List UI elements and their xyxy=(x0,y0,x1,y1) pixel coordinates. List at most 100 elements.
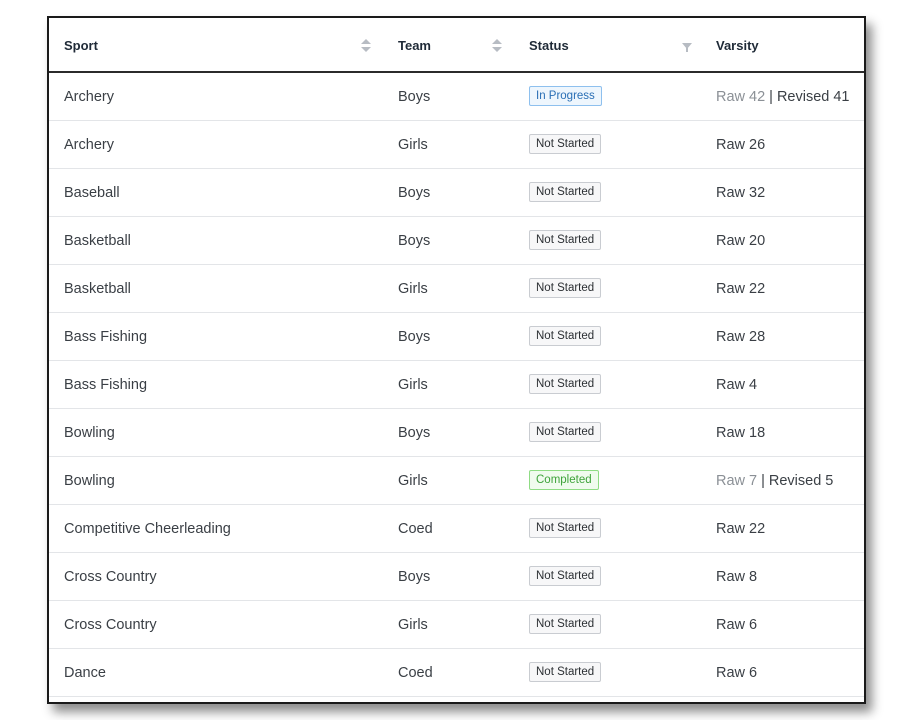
revised-score: Revised 41 xyxy=(776,89,850,105)
status-badge: Not Started xyxy=(529,326,602,347)
sport-cell: Competitive Cheerleading xyxy=(64,521,231,537)
status-cell: Completed xyxy=(529,457,599,504)
sport-cell: Archery xyxy=(64,89,114,105)
status-badge: Not Started xyxy=(529,230,602,251)
status-cell: Not Started xyxy=(529,313,602,360)
table-row[interactable]: Archery Boys In Progress Raw 42 | Revised 41 xyxy=(49,73,864,121)
table-row[interactable]: Bowling Girls Completed Raw 7 | Revised 5 xyxy=(49,457,864,505)
table-row[interactable]: Cross Country Girls Not Started Raw 6 xyxy=(49,601,864,649)
table-row[interactable]: Baseball Boys Not Started Raw 32 xyxy=(49,169,864,217)
team-cell: Girls xyxy=(398,617,428,633)
score-separator: | xyxy=(769,89,773,105)
raw-score: Raw 22 xyxy=(716,521,766,537)
sport-cell: Archery xyxy=(64,137,114,153)
sport-cell: Bowling xyxy=(64,473,115,489)
team-cell: Girls xyxy=(398,377,428,393)
sports-table: Sport Team Status Varsity Archery Boys In … xyxy=(47,16,866,704)
status-badge: Not Started xyxy=(529,566,602,587)
sort-icon[interactable] xyxy=(361,39,371,53)
raw-score: Raw 28 xyxy=(716,329,766,345)
status-cell: In Progress xyxy=(529,73,602,120)
status-badge: In Progress xyxy=(529,86,602,107)
revised-score: Revised 5 xyxy=(768,473,834,489)
table-row[interactable]: Competitive Cheerleading Coed Not Started R… xyxy=(49,505,864,553)
table-row[interactable]: Bass Fishing Girls Not Started Raw 4 xyxy=(49,361,864,409)
status-badge: Not Started xyxy=(529,662,602,683)
team-cell: Boys xyxy=(398,425,431,441)
status-cell: Not Started xyxy=(529,217,602,264)
sport-cell: Cross Country xyxy=(64,617,157,633)
sport-cell: Dance xyxy=(64,665,106,681)
varsity-cell: Raw 8 xyxy=(716,553,757,600)
sport-cell: Cross Country xyxy=(64,569,157,585)
table-row[interactable]: Bowling Boys Not Started Raw 18 xyxy=(49,409,864,457)
team-cell: Girls xyxy=(398,281,428,297)
varsity-cell: Raw 4 xyxy=(716,361,757,408)
sport-cell: Bowling xyxy=(64,425,115,441)
varsity-cell: Raw 18 xyxy=(716,409,765,456)
table-row[interactable]: Archery Girls Not Started Raw 26 xyxy=(49,121,864,169)
team-cell: Boys xyxy=(398,185,431,201)
varsity-cell: Raw 22 xyxy=(716,505,765,552)
status-cell: Not Started xyxy=(529,361,602,408)
raw-score: Raw 7 xyxy=(716,473,758,489)
varsity-cell: Raw 22 xyxy=(716,265,765,312)
raw-score: Raw 26 xyxy=(716,137,766,153)
varsity-cell: Raw 20 xyxy=(716,217,765,264)
status-badge: Completed xyxy=(529,470,599,491)
table-row[interactable]: Dance Coed Not Started Raw 6 xyxy=(49,649,864,697)
varsity-cell: Raw 32 xyxy=(716,169,765,216)
status-cell: Not Started xyxy=(529,649,602,696)
status-cell: Not Started xyxy=(529,265,602,312)
sport-cell: Baseball xyxy=(64,185,120,201)
status-badge: Not Started xyxy=(529,182,602,203)
raw-score: Raw 42 xyxy=(716,89,766,105)
status-cell: Not Started xyxy=(529,121,602,168)
status-badge: Not Started xyxy=(529,614,602,635)
status-badge: Not Started xyxy=(529,422,602,443)
filter-icon[interactable] xyxy=(682,42,692,52)
team-cell: Boys xyxy=(398,89,431,105)
status-cell: Not Started xyxy=(529,553,602,600)
table-row[interactable]: Basketball Girls Not Started Raw 22 xyxy=(49,265,864,313)
sport-cell: Basketball xyxy=(64,281,131,297)
status-cell: Not Started xyxy=(529,601,602,648)
table-row[interactable]: Basketball Boys Not Started Raw 20 xyxy=(49,217,864,265)
score-separator: | xyxy=(761,473,765,489)
raw-score: Raw 32 xyxy=(716,185,766,201)
raw-score: Raw 20 xyxy=(716,233,766,249)
varsity-cell: Raw 6 xyxy=(716,601,757,648)
column-header-status[interactable]: Status xyxy=(529,18,569,71)
team-cell: Boys xyxy=(398,569,431,585)
sport-cell: Basketball xyxy=(64,233,131,249)
team-cell: Boys xyxy=(398,233,431,249)
team-cell: Girls xyxy=(398,473,428,489)
raw-score: Raw 22 xyxy=(716,281,766,297)
table-row[interactable]: Bass Fishing Boys Not Started Raw 28 xyxy=(49,313,864,361)
team-cell: Coed xyxy=(398,521,433,537)
sport-cell: Bass Fishing xyxy=(64,377,148,393)
varsity-cell: Raw 42 | Revised 41 xyxy=(716,73,850,120)
status-cell: Not Started xyxy=(529,505,602,552)
raw-score: Raw 6 xyxy=(716,665,758,681)
sport-cell: Bass Fishing xyxy=(64,329,148,345)
raw-score: Raw 4 xyxy=(716,377,758,393)
status-cell: Not Started xyxy=(529,409,602,456)
status-badge: Not Started xyxy=(529,134,602,155)
varsity-cell: Raw 26 xyxy=(716,121,765,168)
column-header-varsity[interactable]: Varsity xyxy=(716,18,759,71)
table-body: Archery Boys In Progress Raw 42 | Revised 41 A… xyxy=(49,73,864,697)
column-header-team[interactable]: Team xyxy=(398,18,431,71)
sort-icon[interactable] xyxy=(492,39,502,53)
varsity-cell: Raw 6 xyxy=(716,649,757,696)
raw-score: Raw 6 xyxy=(716,617,758,633)
varsity-cell: Raw 28 xyxy=(716,313,765,360)
table-header: Sport Team Status Varsity xyxy=(49,18,864,73)
status-badge: Not Started xyxy=(529,278,602,299)
raw-score: Raw 18 xyxy=(716,425,766,441)
column-header-sport[interactable]: Sport xyxy=(64,18,98,71)
status-badge: Not Started xyxy=(529,518,602,539)
team-cell: Girls xyxy=(398,137,428,153)
table-row[interactable]: Cross Country Boys Not Started Raw 8 xyxy=(49,553,864,601)
team-cell: Boys xyxy=(398,329,431,345)
